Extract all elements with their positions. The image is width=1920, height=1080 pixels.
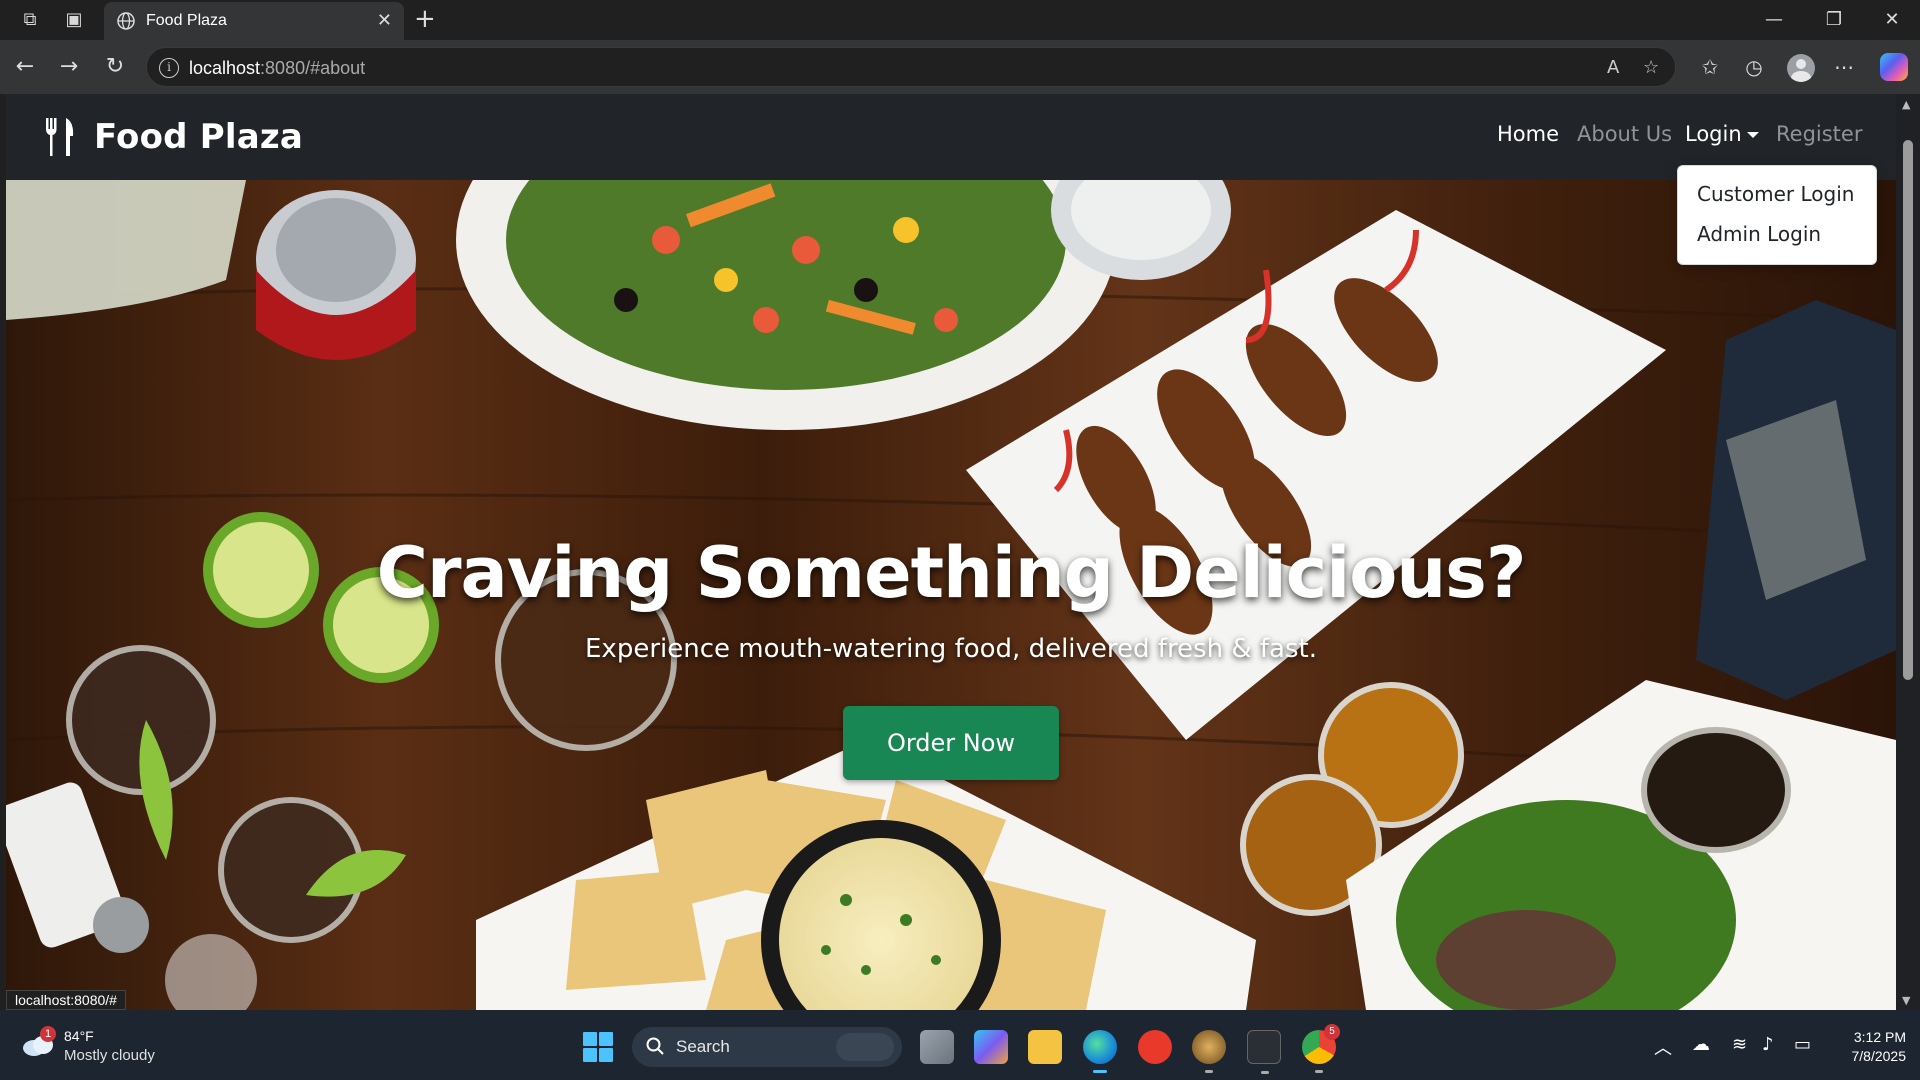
- page-viewport: Food Plaza Home About Us Login Register: [6, 94, 1896, 1010]
- windows-logo-pane: [583, 1048, 597, 1062]
- address-text: localhost:8080/#about: [189, 58, 365, 79]
- nav-login-label: Login: [1685, 122, 1742, 146]
- weather-temperature: 84°F: [64, 1028, 94, 1044]
- utensils-icon: [46, 118, 74, 156]
- minimize-button[interactable]: —: [1754, 6, 1794, 34]
- onedrive-icon[interactable]: ☁: [1692, 1034, 1710, 1055]
- scroll-down-icon[interactable]: ▼: [1902, 994, 1910, 1007]
- favorites-icon[interactable]: ✩: [1696, 53, 1724, 81]
- settings-app-icon[interactable]: [1192, 1030, 1226, 1073]
- start-button[interactable]: [583, 1032, 613, 1062]
- file-explorer-icon[interactable]: [1028, 1030, 1062, 1064]
- dropdown-caret-icon: [1746, 132, 1759, 138]
- windows-logo-pane: [599, 1048, 613, 1062]
- nav-home-link[interactable]: Home: [1497, 122, 1559, 146]
- weather-widget[interactable]: 1 84°F Mostly cloudy: [22, 1026, 182, 1066]
- edge-browser-icon[interactable]: [1083, 1030, 1117, 1073]
- search-highlight-icon: [836, 1033, 894, 1061]
- refresh-button[interactable]: ↻: [102, 54, 128, 80]
- windows-logo-pane: [583, 1032, 597, 1046]
- clock-time: 3:12 PM: [1853, 1029, 1906, 1045]
- more-menu-icon[interactable]: ⋯: [1830, 53, 1858, 81]
- browser-tab-active[interactable]: Food Plaza ✕: [104, 2, 404, 40]
- login-dropdown-menu: Customer Login Admin Login: [1677, 165, 1877, 265]
- taskbar-search[interactable]: Search: [632, 1027, 902, 1067]
- browser-toolbar: ← → ↻ i localhost:8080/#about A ☆ ✩ ◷ ⋯: [0, 40, 1920, 94]
- search-icon: [646, 1037, 664, 1055]
- system-clock[interactable]: 3:12 PM 7/8/2025: [1828, 1028, 1907, 1066]
- hero-title: Craving Something Delicious?: [376, 532, 1527, 614]
- back-button[interactable]: ←: [12, 54, 38, 80]
- site-info-icon[interactable]: i: [159, 58, 179, 78]
- weather-alert-badge: 1: [40, 1026, 56, 1042]
- scroll-up-icon[interactable]: ▲: [1902, 98, 1910, 111]
- wifi-icon[interactable]: ≋: [1732, 1034, 1747, 1055]
- tab-close-icon[interactable]: ✕: [377, 10, 392, 31]
- vertical-tabs-icon[interactable]: ▣: [62, 8, 86, 32]
- copilot-icon[interactable]: [1880, 53, 1908, 81]
- terminal-icon[interactable]: [1247, 1030, 1281, 1074]
- forward-button[interactable]: →: [56, 54, 82, 80]
- scrollbar-thumb[interactable]: [1903, 140, 1913, 680]
- history-icon[interactable]: ◷: [1740, 53, 1768, 81]
- nav-login-toggle[interactable]: Login: [1685, 122, 1759, 146]
- volume-icon[interactable]: ♪: [1762, 1034, 1774, 1055]
- tab-title: Food Plaza: [146, 12, 227, 29]
- address-bar[interactable]: i localhost:8080/#about A ☆: [146, 47, 1676, 87]
- site-navbar: Food Plaza Home About Us Login Register: [6, 94, 1896, 180]
- chrome-icon[interactable]: 5: [1302, 1024, 1340, 1073]
- hero-section: Craving Something Delicious? Experience …: [6, 180, 1896, 1010]
- url-path: :8080/#about: [260, 58, 366, 78]
- profile-avatar[interactable]: [1787, 54, 1815, 82]
- wps-office-icon[interactable]: [1138, 1030, 1172, 1064]
- search-label: Search: [676, 1037, 730, 1056]
- read-aloud-icon[interactable]: A: [1607, 57, 1619, 78]
- status-link-preview: localhost:8080/#: [6, 990, 126, 1010]
- copilot-app-icon[interactable]: [974, 1030, 1008, 1064]
- chrome-notification-badge: 5: [1324, 1024, 1340, 1040]
- order-now-button[interactable]: Order Now: [843, 706, 1059, 780]
- globe-icon: [117, 12, 135, 30]
- weather-condition: Mostly cloudy: [64, 1047, 155, 1064]
- close-window-button[interactable]: ✕: [1872, 6, 1912, 34]
- favorite-star-icon[interactable]: ☆: [1643, 57, 1659, 78]
- customer-login-item[interactable]: Customer Login: [1697, 182, 1854, 206]
- task-view-icon[interactable]: [920, 1030, 954, 1064]
- nav-register-link[interactable]: Register: [1776, 122, 1862, 146]
- nav-about-link[interactable]: About Us: [1577, 122, 1672, 146]
- workspaces-icon[interactable]: ⧉: [18, 8, 42, 32]
- page-scrollbar[interactable]: ▲ ▼: [1896, 94, 1920, 1010]
- restore-button[interactable]: ❐: [1814, 6, 1854, 34]
- hero-subtitle: Experience mouth-watering food, delivere…: [585, 634, 1317, 664]
- clock-date: 7/8/2025: [1851, 1048, 1907, 1064]
- site-brand[interactable]: Food Plaza: [44, 114, 303, 160]
- browser-tab-strip: ⧉ ▣ Food Plaza ✕ + — ❐ ✕: [0, 0, 1920, 40]
- show-hidden-icons[interactable]: ︿: [1654, 1034, 1672, 1060]
- url-host: localhost: [189, 58, 261, 78]
- battery-icon[interactable]: ▭: [1794, 1034, 1811, 1055]
- brand-name: Food Plaza: [94, 117, 303, 157]
- windows-logo-pane: [599, 1032, 613, 1046]
- admin-login-item[interactable]: Admin Login: [1697, 222, 1821, 246]
- new-tab-button[interactable]: +: [414, 4, 436, 34]
- windows-taskbar: 1 84°F Mostly cloudy Search 5 ︿ ☁ ≋ ♪ ▭ …: [0, 1010, 1920, 1080]
